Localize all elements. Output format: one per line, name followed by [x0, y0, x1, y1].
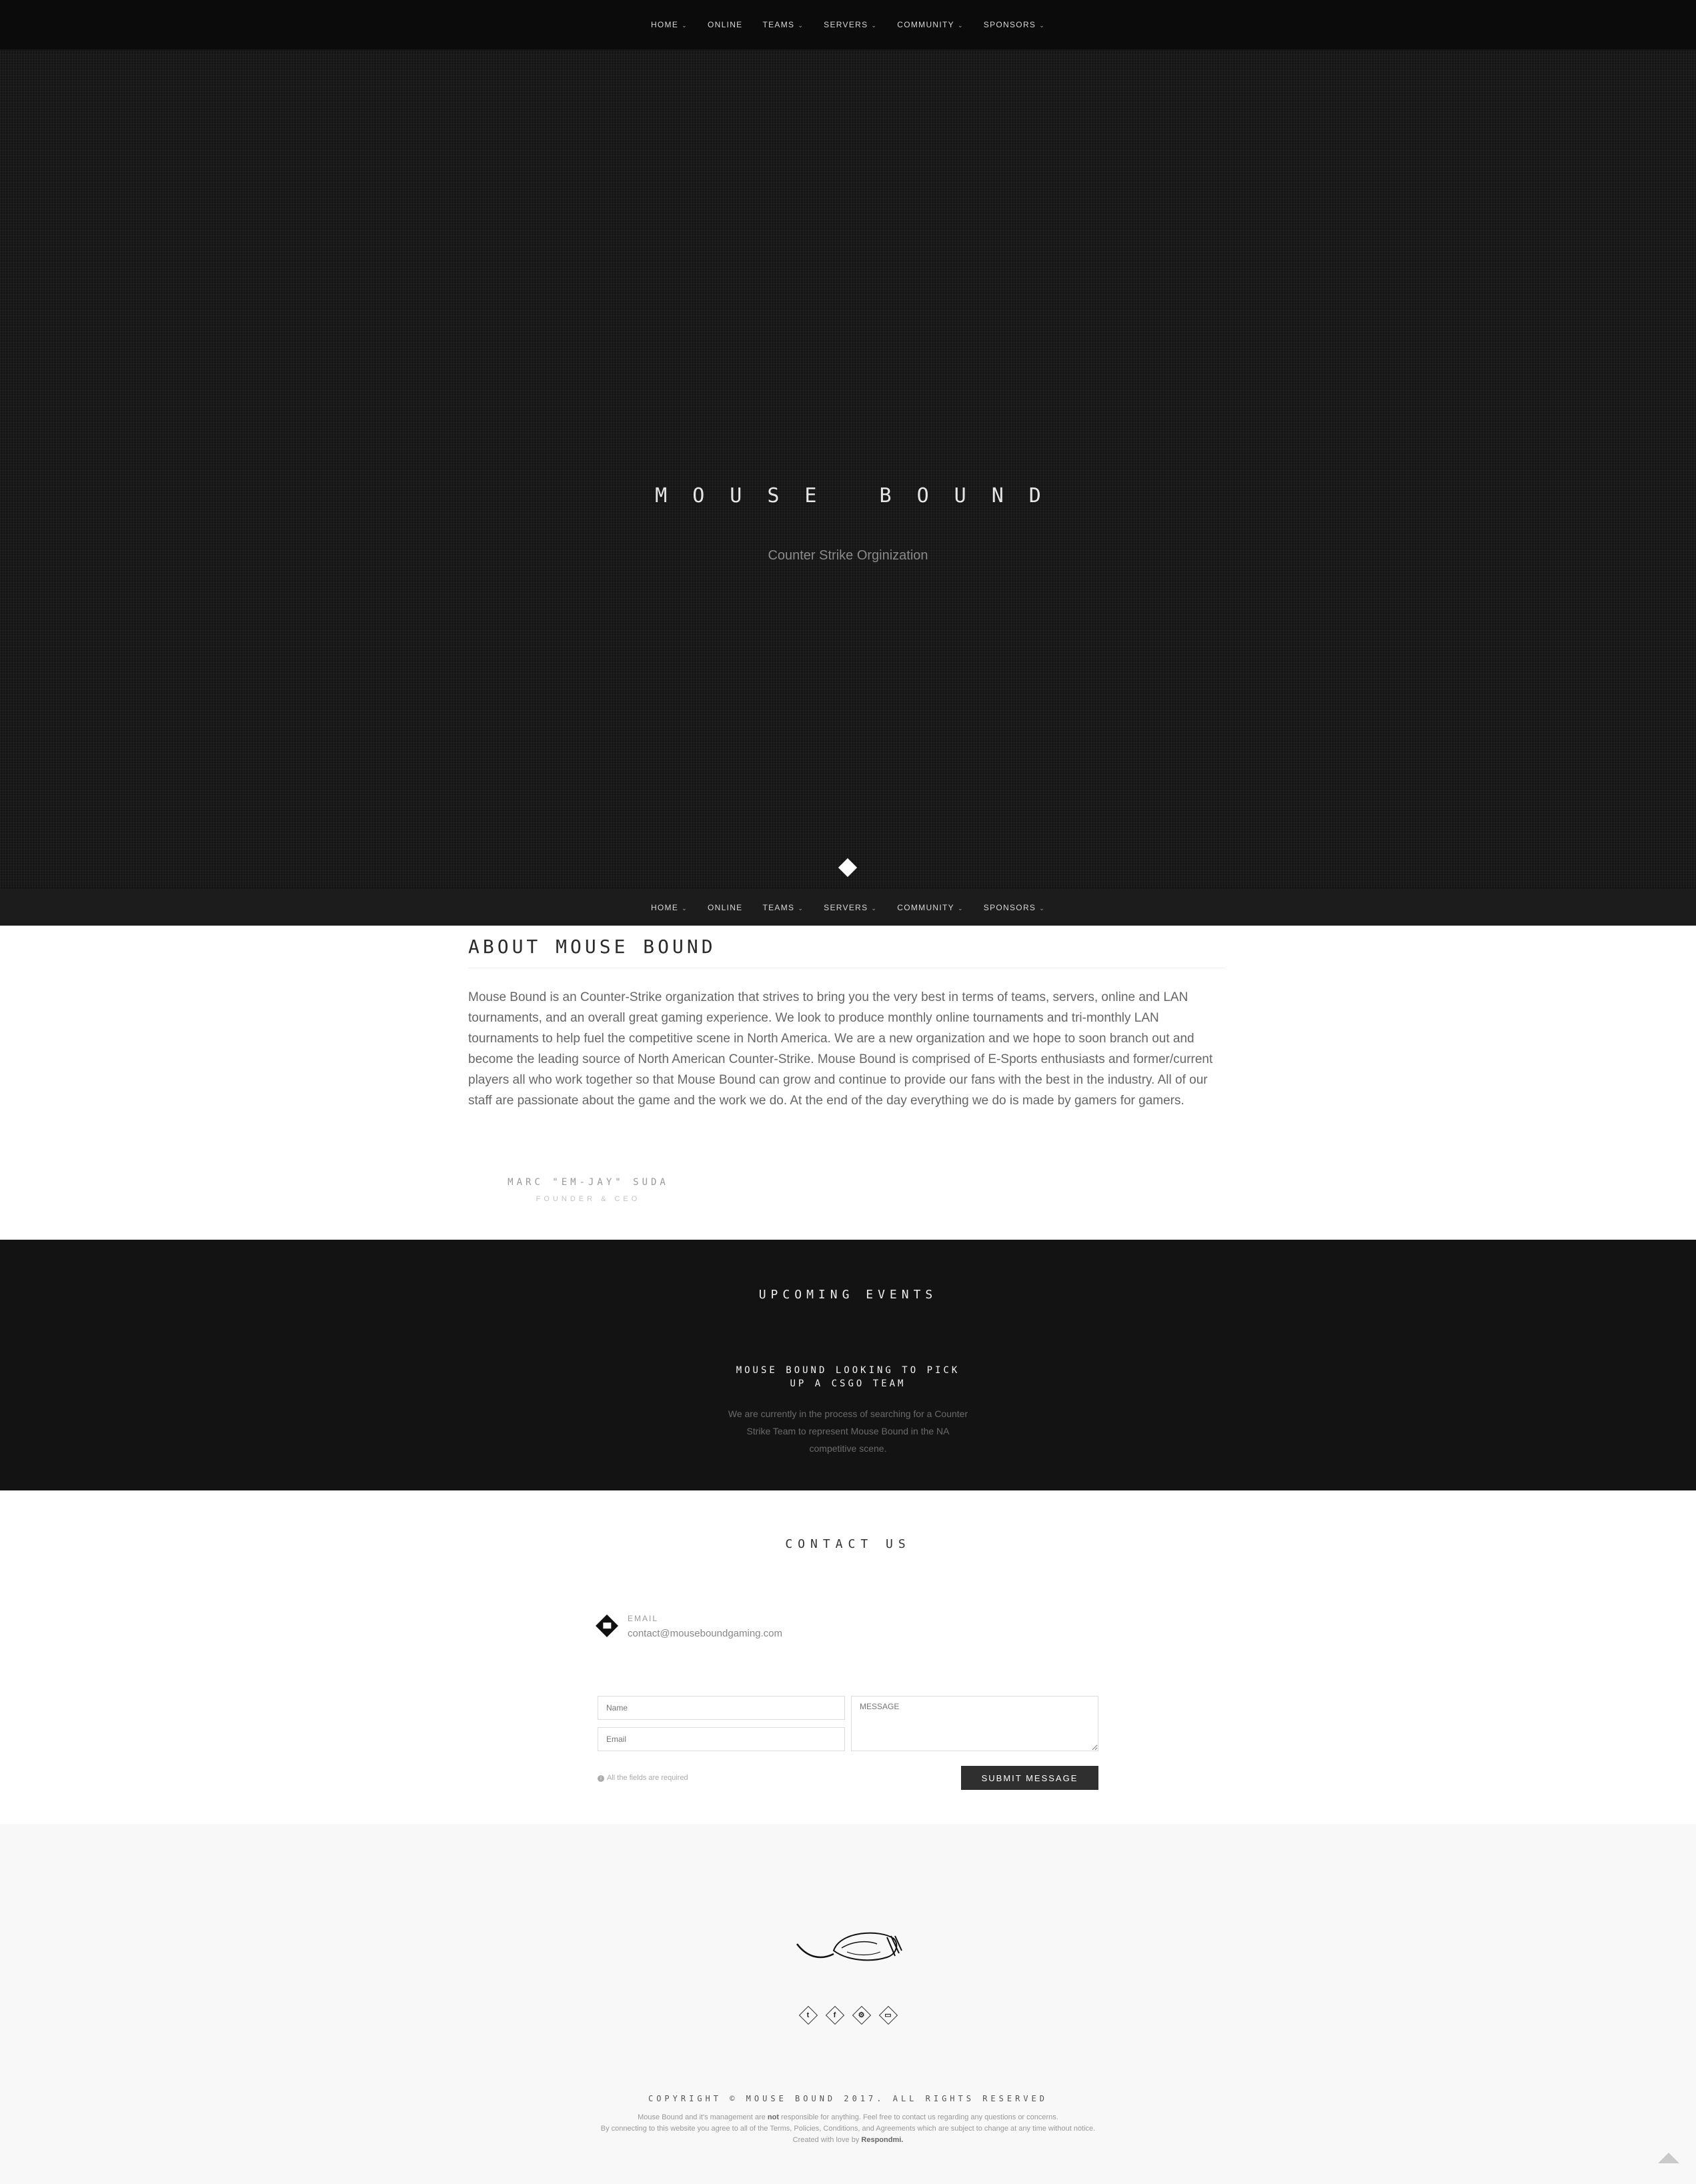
nav-item-label: SPONSORS: [983, 20, 1036, 29]
envelope-icon: [596, 1614, 618, 1637]
chevron-down-icon: ⌄: [682, 905, 688, 912]
nav-item-label: COMMUNITY: [897, 903, 954, 912]
nav-item-online[interactable]: ONLINE: [708, 20, 742, 29]
disclaimer-emphasis: not: [767, 2113, 779, 2121]
event-description: We are currently in the process of searc…: [728, 1408, 968, 1454]
copyright: COPYRIGHT © MOUSE BOUND 2017. ALL RIGHTS…: [648, 2094, 1048, 2103]
contact-heading: CONTACT US: [785, 1537, 911, 1551]
nav-item-sponsors[interactable]: SPONSORS ⌄: [984, 903, 1045, 912]
hero-subtitle: Counter Strike Orginization: [768, 548, 928, 563]
email-input[interactable]: [598, 1727, 845, 1751]
disclaimer-line-1: Mouse Bound and it's management are not …: [0, 2112, 1696, 2123]
facebook-icon[interactable]: f: [825, 2005, 845, 2025]
chevron-down-icon: ⌄: [871, 905, 878, 912]
nav-item-teams[interactable]: TEAMS ⌄: [762, 903, 804, 912]
name-input[interactable]: [598, 1696, 845, 1720]
nav-item-label: HOME: [650, 903, 679, 912]
disclaimer-line-3: Created with love by Respondmi.: [0, 2135, 1696, 2146]
chevron-down-icon: ⌄: [1039, 905, 1046, 912]
about-heading: ABOUT MOUSE BOUND: [468, 936, 716, 958]
nav-item-home[interactable]: HOME ⌄: [651, 903, 688, 912]
nav-item-servers[interactable]: SERVERS ⌄: [824, 903, 877, 912]
chevron-down-icon: ⌄: [798, 22, 804, 29]
back-to-top-icon[interactable]: [1658, 2153, 1679, 2163]
top-nav-items: HOME ⌄ ONLINE TEAMS ⌄ SERVERS ⌄ COMMUNITY ⌄ …: [651, 20, 1045, 29]
founder-title: FOUNDER & CEO: [536, 1195, 641, 1203]
founder-name: MARC "EM-JAY" SUDA: [508, 1177, 669, 1188]
nav-item-online[interactable]: ONLINE: [708, 903, 742, 912]
disclaimer-text: responsible for anything. Feel free to c…: [781, 2113, 1058, 2121]
twitch-icon[interactable]: ▭: [878, 2005, 898, 2025]
nav-item-label: TEAMS: [762, 903, 795, 912]
nav-item-label: HOME: [650, 20, 679, 29]
section-nav-items: HOME ⌄ ONLINE TEAMS ⌄ SERVERS ⌄ COMMUNITY ⌄ …: [651, 903, 1045, 912]
twitter-icon[interactable]: t: [798, 2005, 818, 2025]
required-note-text: All the fields are required: [607, 1774, 688, 1782]
social-links: t f ⚙ ▭: [0, 2005, 1696, 2025]
nav-item-label: COMMUNITY: [897, 20, 954, 29]
mouse-logo[interactable]: [794, 1924, 907, 1971]
nav-item-label: SERVERS: [824, 20, 868, 29]
chevron-down-icon: ⌄: [682, 22, 688, 29]
hero-section: MOUSE BOUND Counter Strike Orginization: [0, 49, 1696, 890]
about-text: Mouse Bound is an Counter-Strike organiz…: [468, 990, 1213, 1108]
event-title[interactable]: MOUSE BOUND LOOKING TO PICK UP A CSGO TE…: [728, 1364, 968, 1390]
nav-item-home[interactable]: HOME ⌄: [651, 20, 688, 29]
chevron-down-icon: ⌄: [871, 22, 878, 29]
nav-item-label: SPONSORS: [983, 903, 1036, 912]
credit-link[interactable]: Respondmi.: [861, 2136, 903, 2144]
nav-item-label: ONLINE: [707, 903, 743, 912]
chevron-down-icon: ⌄: [957, 22, 964, 29]
submit-message-button[interactable]: SUBMIT MESSAGE: [961, 1766, 1098, 1790]
nav-item-servers[interactable]: SERVERS ⌄: [824, 20, 877, 29]
events-heading: UPCOMING EVENTS: [758, 1288, 938, 1302]
section-navbar: HOME ⌄ ONLINE TEAMS ⌄ SERVERS ⌄ COMMUNITY ⌄ …: [0, 890, 1696, 926]
chevron-down-icon: ⌄: [798, 905, 804, 912]
nav-item-community[interactable]: COMMUNITY ⌄: [897, 903, 964, 912]
email-address[interactable]: contact@mouseboundgaming.com: [628, 1628, 782, 1639]
required-note: i All the fields are required: [598, 1774, 688, 1782]
nav-item-sponsors[interactable]: SPONSORS ⌄: [984, 20, 1045, 29]
credit-text: Created with love by: [792, 2136, 860, 2144]
email-label: EMAIL: [628, 1614, 659, 1623]
events-section: UPCOMING EVENTS MOUSE BOUND LOOKING TO P…: [0, 1240, 1696, 1490]
chevron-down-icon: ⌄: [1039, 22, 1046, 29]
steam-icon[interactable]: ⚙: [852, 2005, 872, 2025]
nav-item-teams[interactable]: TEAMS ⌄: [762, 20, 804, 29]
chevron-down-icon: ⌄: [957, 905, 964, 912]
nav-item-label: SERVERS: [824, 903, 868, 912]
nav-item-community[interactable]: COMMUNITY ⌄: [897, 20, 964, 29]
nav-item-label: ONLINE: [707, 20, 743, 29]
disclaimer-line-2: By connecting to this website you agree …: [600, 2125, 1096, 2133]
message-textarea[interactable]: [851, 1696, 1098, 1751]
footer: t f ⚙ ▭ COPYRIGHT © MOUSE BOUND 2017. AL…: [0, 1824, 1696, 2184]
hero-title: MOUSE BOUND: [655, 484, 1066, 508]
nav-item-label: TEAMS: [762, 20, 795, 29]
disclaimer: Mouse Bound and it's management are not …: [0, 2112, 1696, 2146]
info-icon: i: [598, 1775, 604, 1782]
top-navbar: HOME ⌄ ONLINE TEAMS ⌄ SERVERS ⌄ COMMUNITY ⌄ …: [0, 0, 1696, 49]
disclaimer-text: Mouse Bound and it's management are: [638, 2113, 766, 2121]
